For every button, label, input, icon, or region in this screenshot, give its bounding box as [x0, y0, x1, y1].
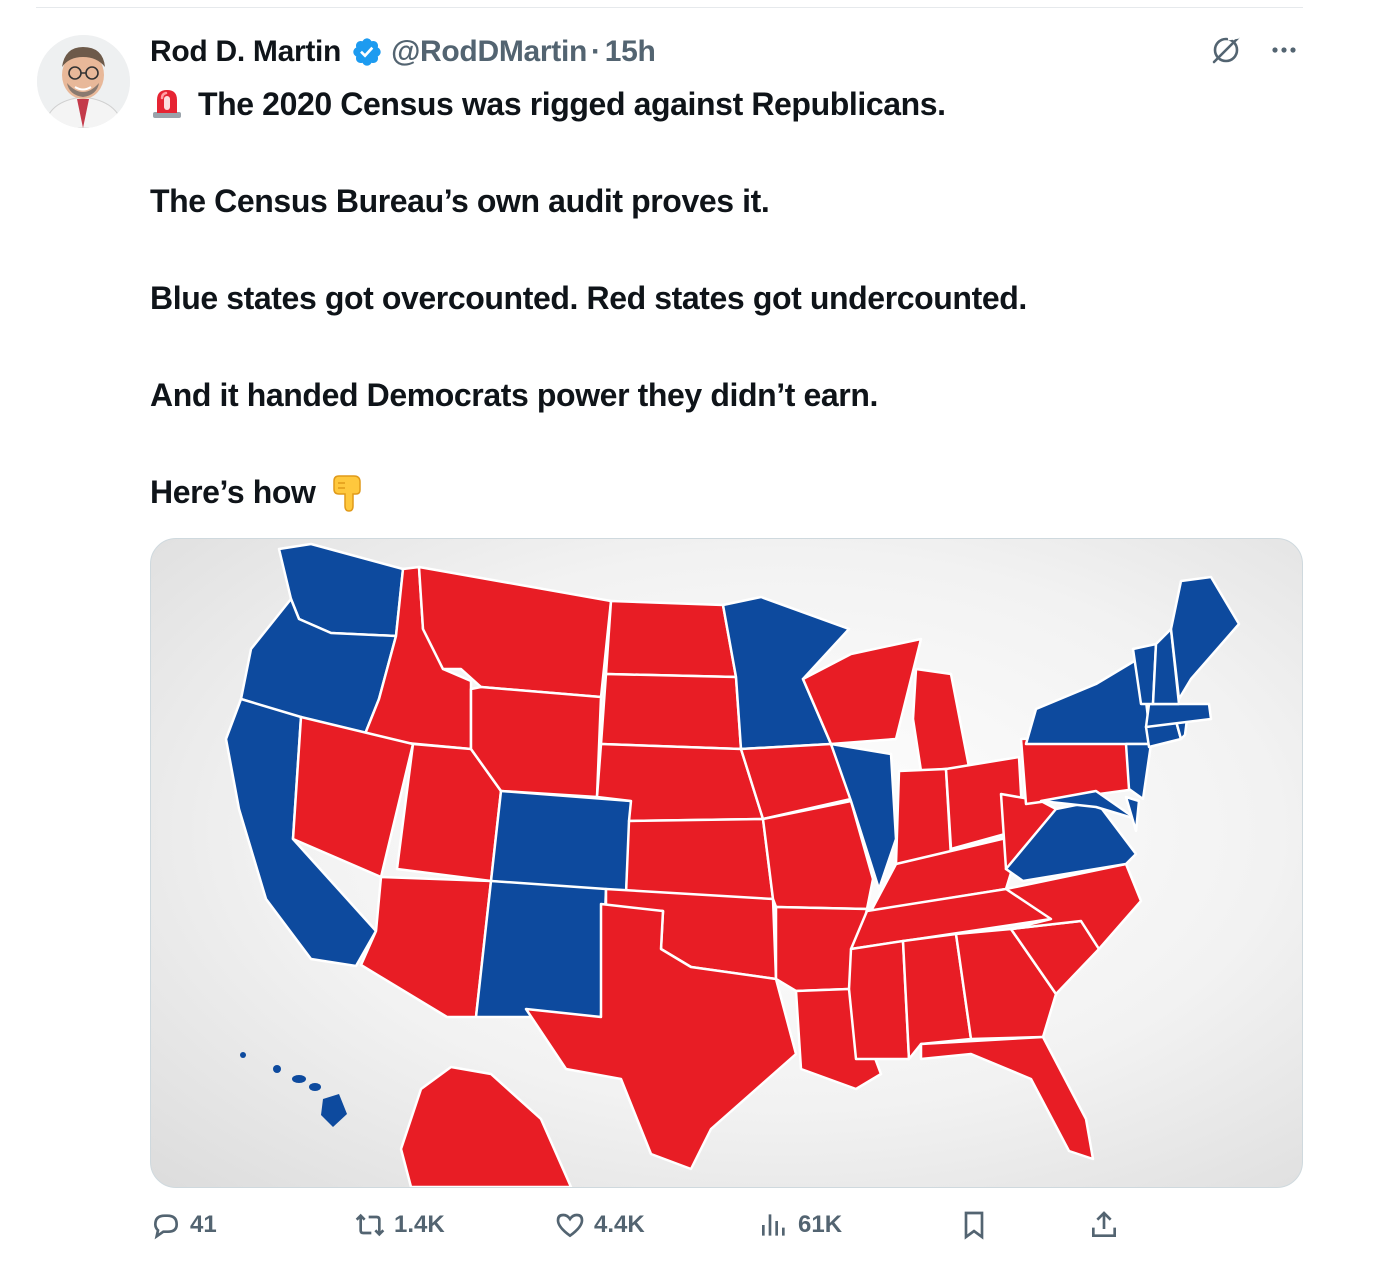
state-NY — [1024, 655, 1153, 746]
state-NJ — [1124, 742, 1153, 801]
views-button[interactable]: 61K — [758, 1203, 842, 1247]
views-icon — [762, 1214, 785, 1236]
repost-count: 1.4K — [394, 1211, 445, 1238]
reply-count: 41 — [190, 1211, 217, 1238]
header-separator: · — [591, 35, 601, 68]
tweet-timestamp[interactable]: 15h — [605, 35, 656, 69]
state-IN — [894, 767, 953, 866]
heart-icon — [556, 1213, 584, 1238]
backhand-index-pointing-down-emoji — [332, 475, 361, 512]
bookmark-icon — [964, 1211, 984, 1240]
state-AZ — [359, 875, 493, 1019]
state-CO — [489, 789, 633, 896]
tweet-text: The 2020 Census was rigged against Repub… — [150, 80, 1290, 517]
police-light-emoji — [153, 90, 181, 118]
tweet-line-5: Here’s how — [150, 468, 1290, 517]
state-MI — [911, 667, 971, 773]
state-MS — [847, 939, 911, 1061]
tweet-line-4: And it handed Democrats power they didn’… — [150, 377, 878, 413]
reply-button[interactable]: 41 — [150, 1203, 217, 1247]
state-NV — [291, 715, 415, 879]
bookmark-button[interactable] — [958, 1203, 990, 1247]
verified-badge-icon — [353, 38, 381, 66]
state-SD — [599, 672, 743, 751]
state-FL — [919, 1035, 1095, 1161]
repost-button[interactable]: 1.4K — [354, 1203, 445, 1247]
views-count: 61K — [798, 1211, 843, 1238]
tweet-line-1: The 2020 Census was rigged against Repub… — [150, 80, 1290, 129]
state-KS — [624, 817, 775, 901]
share-icon — [1092, 1211, 1116, 1237]
author-handle[interactable]: @RodDMartin — [391, 35, 587, 69]
tweet-action-bar: 41 1.4K 4.4K 61K — [150, 1203, 1301, 1247]
tweet-line-2: The Census Bureau’s own audit proves it. — [150, 183, 770, 219]
tweet-line-1-text: The 2020 Census was rigged against Repub… — [198, 86, 946, 122]
share-button[interactable] — [1088, 1203, 1120, 1247]
state-ND — [604, 599, 738, 679]
author-name[interactable]: Rod D. Martin — [150, 35, 341, 69]
state-ME — [1169, 575, 1241, 701]
top-divider — [36, 7, 1303, 8]
state-NM — [474, 879, 608, 1019]
repost-icon — [355, 1213, 385, 1237]
state-MA — [1144, 702, 1213, 729]
grok-icon[interactable] — [1209, 33, 1243, 67]
like-count: 4.4K — [594, 1211, 645, 1238]
tweet-header: Rod D. Martin @RodDMartin · 15h — [150, 30, 656, 74]
reply-icon — [153, 1214, 179, 1240]
state-HI — [240, 1052, 347, 1127]
like-button[interactable]: 4.4K — [554, 1203, 645, 1247]
us-election-map — [224, 542, 1241, 1187]
top-right-actions — [1209, 33, 1301, 67]
tweet-media-map[interactable] — [150, 538, 1303, 1188]
tweet-line-5-text: Here’s how — [150, 474, 316, 510]
more-icon[interactable] — [1267, 33, 1301, 67]
author-avatar[interactable] — [37, 35, 130, 128]
tweet-line-3: Blue states got overcounted. Red states … — [150, 280, 1027, 316]
state-AK — [399, 1065, 573, 1187]
